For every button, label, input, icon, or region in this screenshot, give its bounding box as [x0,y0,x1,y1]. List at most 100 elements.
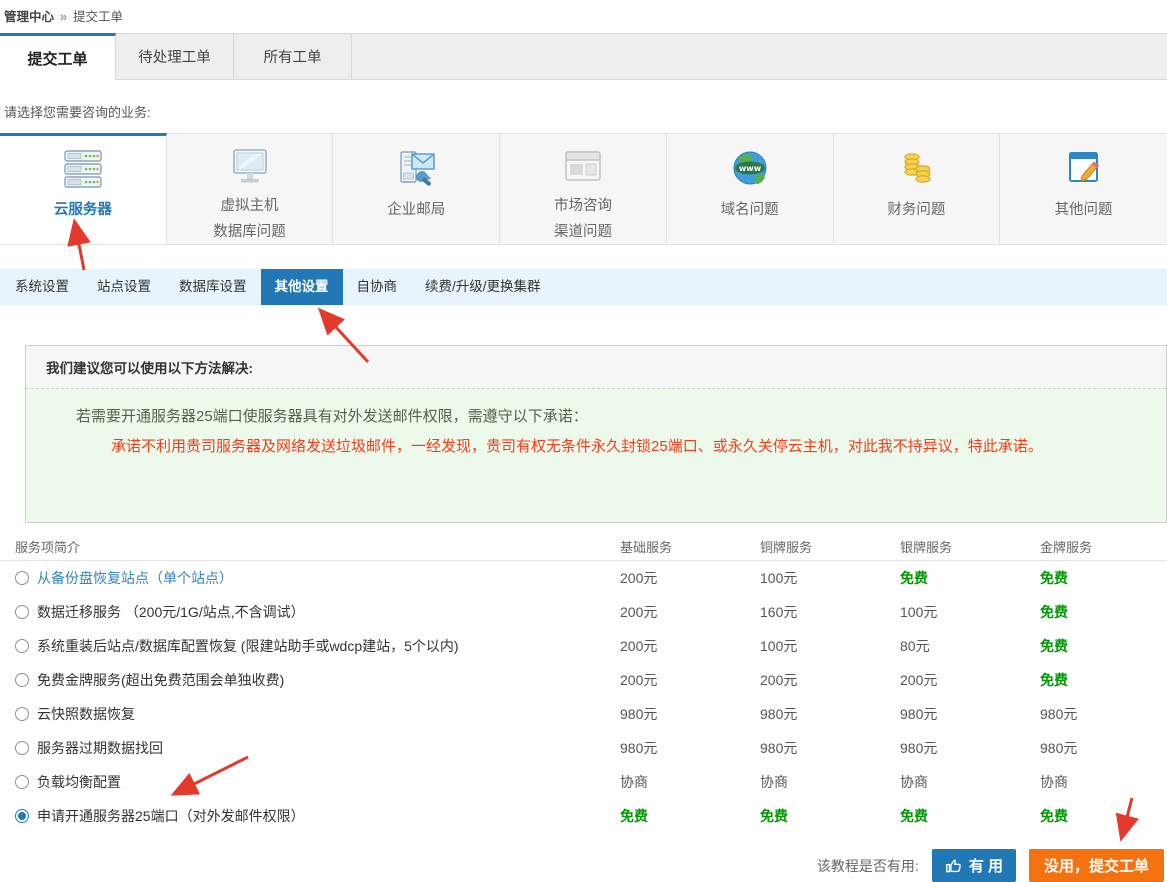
category-label-line: 财务问题 [887,197,945,223]
price-silver: 免费 [900,568,1040,588]
notice-line-2: 承诺不利用贵司服务器及网络发送垃圾邮件，一经发现，贵司有权无条件永久封锁25端口… [26,432,1166,462]
price-basic: 协商 [620,772,760,792]
column-header-silver: 银牌服务 [900,537,1040,556]
price-gold: 980元 [1040,704,1167,724]
service-option[interactable]: 免费金牌服务(超出免费范围会单独收费) [15,670,620,690]
subtab-renew-upgrade[interactable]: 续费/升级/更换集群 [411,269,555,305]
price-basic: 980元 [620,704,760,724]
sub-tabbar: 系统设置 站点设置 数据库设置 其他设置 自协商 续费/升级/更换集群 [0,269,1167,305]
suggestion-box: 我们建议您可以使用以下方法解决: 若需要开通服务器25端口使服务器具有对外发送邮… [25,345,1167,523]
tutorial-useful-question: 该教程是否有用: [817,856,919,876]
category-label-line: 企业邮局 [387,197,445,223]
submit-ticket-button[interactable]: 没用，提交工单 [1029,849,1164,882]
price-silver: 协商 [900,772,1040,792]
radio-button[interactable] [15,707,29,721]
server-stack-icon [61,147,105,193]
category-label-line: 云服务器 [54,197,112,223]
price-silver: 980元 [900,738,1040,758]
price-gold: 免费 [1040,636,1167,656]
service-option[interactable]: 负载均衡配置 [15,772,620,792]
category-label: 市场咨询 渠道问题 [554,193,612,245]
service-label[interactable]: 从备份盘恢复站点（单个站点） [37,568,233,588]
category-label: 域名问题 [721,197,779,223]
radio-button[interactable] [15,571,29,585]
table-row: 云快照数据恢复 980元 980元 980元 980元 [0,697,1167,731]
category-finance[interactable]: 财务问题 [834,133,1001,244]
category-label-line: 数据库问题 [213,219,286,245]
table-row: 负载均衡配置 协商 协商 协商 协商 [0,765,1167,799]
notice-line-1: 若需要开通服务器25端口使服务器具有对外发送邮件权限，需遵守以下承诺： [26,402,1166,432]
price-gold: 免费 [1040,670,1167,690]
category-label: 财务问题 [887,197,945,223]
useful-button-label: 有 用 [969,855,1003,876]
radio-button[interactable] [15,775,29,789]
price-basic: 200元 [620,636,760,656]
table-row: 数据迁移服务 （200元/1G/站点,不含调试） 200元 160元 100元 … [0,595,1167,629]
price-bronze: 200元 [760,670,900,690]
radio-button[interactable] [15,809,29,823]
service-option[interactable]: 数据迁移服务 （200元/1G/站点,不含调试） [15,602,620,622]
service-label[interactable]: 系统重装后站点/数据库配置恢复 (限建站助手或wdcp建站，5个以内) [37,636,459,656]
service-label[interactable]: 云快照数据恢复 [37,704,135,724]
radio-button[interactable] [15,639,29,653]
subtab-site-settings[interactable]: 站点设置 [83,269,165,305]
category-other[interactable]: 其他问题 [1000,133,1167,244]
price-silver: 980元 [900,704,1040,724]
price-bronze: 协商 [760,772,900,792]
service-option[interactable]: 系统重装后站点/数据库配置恢复 (限建站助手或wdcp建站，5个以内) [15,636,620,656]
price-silver: 免费 [900,806,1040,826]
category-label-line: 其他问题 [1055,197,1113,223]
subtab-other-settings[interactable]: 其他设置 [261,269,343,305]
category-tiles: 云服务器 虚拟主机 数据库问题 [0,133,1167,245]
price-bronze: 160元 [760,602,900,622]
price-bronze: 980元 [760,738,900,758]
tab-pending-tickets[interactable]: 待处理工单 [116,34,234,79]
radio-button[interactable] [15,673,29,687]
service-option[interactable]: 服务器过期数据找回 [15,738,620,758]
useful-button[interactable]: 有 用 [932,849,1016,882]
price-bronze: 980元 [760,704,900,724]
subtab-system-settings[interactable]: 系统设置 [1,269,83,305]
category-label-line: 市场咨询 [554,193,612,219]
table-row: 从备份盘恢复站点（单个站点） 200元 100元 免费 免费 [0,561,1167,595]
notice-panel: 若需要开通服务器25端口使服务器具有对外发送邮件权限，需遵守以下承诺： 承诺不利… [26,388,1166,522]
service-label[interactable]: 申请开通服务器25端口（对外发邮件权限） [37,806,305,826]
radio-button[interactable] [15,605,29,619]
category-market-consult[interactable]: 市场咨询 渠道问题 [500,133,667,244]
svg-text:www: www [739,164,762,173]
subtab-self-negotiate[interactable]: 自协商 [343,269,412,305]
price-gold: 免费 [1040,602,1167,622]
tab-submit-ticket[interactable]: 提交工单 [0,33,116,80]
price-bronze: 100元 [760,568,900,588]
price-bronze: 免费 [760,806,900,826]
suggestion-header: 我们建议您可以使用以下方法解决: [26,346,1166,388]
breadcrumb-root[interactable]: 管理中心 [4,10,54,24]
service-label[interactable]: 免费金牌服务(超出免费范围会单独收费) [37,670,284,690]
service-label[interactable]: 服务器过期数据找回 [37,738,163,758]
price-basic: 980元 [620,738,760,758]
footer-bar: 该教程是否有用: 有 用 没用，提交工单 [0,849,1167,882]
radio-button[interactable] [15,741,29,755]
subtab-database-settings[interactable]: 数据库设置 [165,269,261,305]
category-label-line: 渠道问题 [554,219,612,245]
category-label: 企业邮局 [387,197,445,223]
table-row: 服务器过期数据找回 980元 980元 980元 980元 [0,731,1167,765]
category-label-line: 虚拟主机 [213,193,286,219]
main-tabbar: 提交工单 待处理工单 所有工单 [0,33,1167,80]
table-row: 免费金牌服务(超出免费范围会单独收费) 200元 200元 200元 免费 [0,663,1167,697]
category-cloud-server[interactable]: 云服务器 [0,133,167,244]
category-virtual-host-db[interactable]: 虚拟主机 数据库问题 [167,133,334,244]
service-option[interactable]: 从备份盘恢复站点（单个站点） [15,568,620,588]
category-enterprise-mail[interactable]: 企业邮局 [333,133,500,244]
tab-all-tickets[interactable]: 所有工单 [234,34,352,79]
column-header-gold: 金牌服务 [1040,537,1167,556]
service-option[interactable]: 云快照数据恢复 [15,704,620,724]
category-domain[interactable]: www 域名问题 [667,133,834,244]
table-row: 申请开通服务器25端口（对外发邮件权限） 免费 免费 免费 免费 [0,799,1167,833]
service-option[interactable]: 申请开通服务器25端口（对外发邮件权限） [15,806,620,826]
breadcrumb-separator: » [60,10,67,24]
column-header-service: 服务项简介 [15,537,620,556]
service-label[interactable]: 数据迁移服务 （200元/1G/站点,不含调试） [37,602,305,622]
submit-ticket-button-label: 没用，提交工单 [1044,855,1149,876]
service-label[interactable]: 负载均衡配置 [37,772,121,792]
